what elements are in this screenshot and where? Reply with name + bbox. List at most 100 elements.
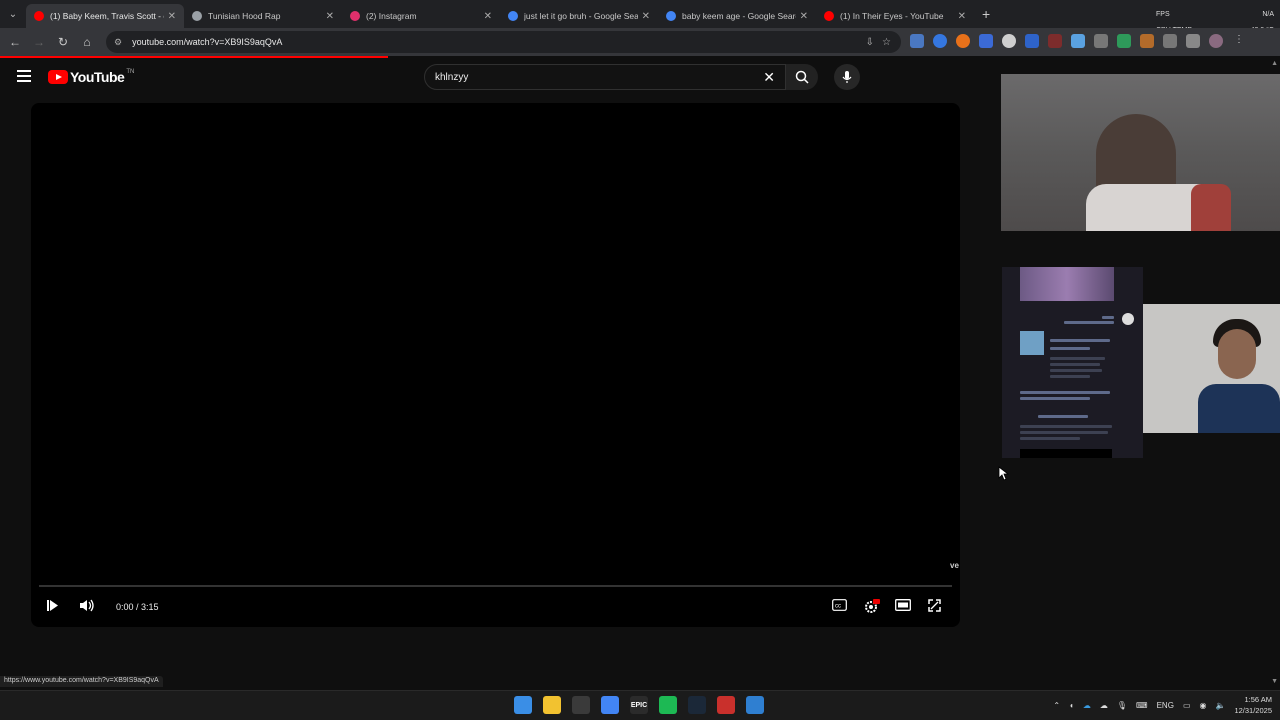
panel-text-line xyxy=(1050,375,1090,378)
scroll-down-arrow-icon[interactable]: ▼ xyxy=(1271,678,1278,685)
panel-text-line xyxy=(1102,316,1114,319)
panel-footer xyxy=(1020,449,1112,458)
svg-text:cc: cc xyxy=(835,604,841,610)
browser-tab[interactable]: baby keem age - Google Search ✕ xyxy=(658,4,816,28)
hamburger-menu-icon[interactable] xyxy=(17,70,31,85)
microphone-tray-icon[interactable]: 🎙 xyxy=(1117,701,1127,710)
search-button[interactable] xyxy=(786,64,818,90)
youtube-header: YouTube TN khlnzyy ✕ xyxy=(0,58,1000,98)
browser-tab[interactable]: just let it go bruh - Google Sea ✕ xyxy=(500,4,658,28)
chrome-menu-icon[interactable]: ⋮ xyxy=(1232,34,1246,48)
badge-extension-icon[interactable] xyxy=(1048,34,1062,48)
panel-text-line xyxy=(1064,321,1114,324)
country-code: TN xyxy=(126,69,135,75)
taskbar-game-app-icon[interactable] xyxy=(717,696,735,714)
browser-tab[interactable]: Tunisian Hood Rap ✕ xyxy=(184,4,342,28)
keyboard-icon[interactable]: ⌨ xyxy=(1136,701,1148,710)
puzzle-extension-icon[interactable] xyxy=(1140,34,1154,48)
forward-arrow-icon[interactable]: → xyxy=(27,35,51,49)
display-icon[interactable]: ▭ xyxy=(1183,701,1191,710)
grid-extension-icon[interactable] xyxy=(1071,34,1085,48)
browser-tab[interactable]: (1) Baby Keem, Travis Scott - ch ✕ xyxy=(26,4,184,28)
fullscreen-button[interactable] xyxy=(928,599,941,615)
extensions-row: ⋮ xyxy=(910,34,1246,48)
volume-icon xyxy=(80,599,94,612)
extensions-menu-icon[interactable] xyxy=(1163,34,1177,48)
screenshot-extension-icon[interactable] xyxy=(1094,34,1108,48)
tab-title: baby keem age - Google Search xyxy=(682,11,796,21)
bell-extension-icon[interactable] xyxy=(1002,34,1016,48)
panel-text-line xyxy=(1050,357,1105,360)
panel-text-line xyxy=(1050,363,1100,366)
webcam-overlay-top xyxy=(1001,74,1280,231)
bookmark-star-icon[interactable]: ☆ xyxy=(882,37,891,48)
taskbar-paint-app-icon[interactable] xyxy=(746,696,764,714)
scroll-up-arrow-icon[interactable]: ▲ xyxy=(1271,60,1278,67)
media-control-icon[interactable] xyxy=(1186,34,1200,48)
tab-close-icon[interactable]: ✕ xyxy=(484,11,492,22)
tab-close-icon[interactable]: ✕ xyxy=(642,11,650,22)
taskbar-chrome-icon[interactable] xyxy=(601,696,619,714)
tab-title: (2) Instagram xyxy=(366,11,417,21)
back-arrow-icon[interactable]: ← xyxy=(3,35,27,49)
video-time: 0:00 / 3:15 xyxy=(116,602,159,612)
tab-favicon-icon xyxy=(350,11,360,21)
video-progress-bar[interactable] xyxy=(39,585,952,587)
youtube-logo[interactable]: YouTube TN xyxy=(48,69,134,85)
tab-close-icon[interactable]: ✕ xyxy=(326,11,334,22)
tab-title: (1) Baby Keem, Travis Scott - ch xyxy=(50,11,164,21)
voice-search-button[interactable] xyxy=(834,64,860,90)
taskbar-windows-start-icon[interactable] xyxy=(514,696,532,714)
settings-button[interactable] xyxy=(864,599,880,617)
site-info-icon[interactable]: ⚙ xyxy=(114,37,122,48)
captions-button[interactable]: cc xyxy=(832,599,847,614)
onedrive-cloud-icon[interactable]: ☁ xyxy=(1083,701,1091,710)
reload-icon[interactable]: ↻ xyxy=(51,35,75,49)
search-input[interactable]: khlnzyy ✕ xyxy=(424,64,786,90)
system-clock[interactable]: 1:56 AM 12/31/2025 xyxy=(1234,694,1272,716)
taskbar-microsoft-store-icon[interactable] xyxy=(572,696,590,714)
volume-button[interactable] xyxy=(79,599,95,615)
install-app-icon[interactable]: ⇩ xyxy=(866,37,874,48)
cloud-sync-icon[interactable]: ☁ xyxy=(1100,701,1108,710)
youtube-play-logo-icon xyxy=(48,70,68,84)
panel-avatar xyxy=(1020,331,1044,355)
network-icon[interactable]: ◉ xyxy=(1200,701,1207,710)
profile-avatar-icon[interactable] xyxy=(1209,34,1223,48)
orange-extension-icon[interactable] xyxy=(956,34,970,48)
windows-taskbar: EPIC ⌃ ◖ ☁ ☁ 🎙 ⌨ ENG ▭ ◉ 🔈 1:56 AM 12/31… xyxy=(0,690,1280,720)
browser-tab[interactable]: (1) In Their Eyes - YouTube ✕ xyxy=(816,4,974,28)
new-tab-button[interactable]: + xyxy=(982,6,990,22)
youtube-wordmark: YouTube xyxy=(70,69,125,85)
clock-date: 12/31/2025 xyxy=(1234,706,1272,715)
address-bar[interactable]: ⚙ youtube.com/watch?v=XB9IS9aqQvA ⇩ ☆ xyxy=(106,31,901,53)
clear-search-icon[interactable]: ✕ xyxy=(763,69,775,86)
system-tray: ⌃ ◖ ☁ ☁ 🎙 ⌨ ENG ▭ ◉ 🔈 1:56 AM 12/31/2025 xyxy=(1053,694,1272,716)
translate-extension-icon[interactable] xyxy=(910,34,924,48)
taskbar-spotify-icon[interactable] xyxy=(659,696,677,714)
green-extension-icon[interactable] xyxy=(1117,34,1131,48)
tray-overflow-chevron-icon[interactable]: ⌃ xyxy=(1053,701,1060,710)
theater-mode-button[interactable] xyxy=(895,599,911,614)
play-button[interactable] xyxy=(47,599,59,615)
panel-text-line xyxy=(1020,425,1112,428)
taskbar-steam-icon[interactable] xyxy=(688,696,706,714)
taskbar-file-explorer-icon[interactable] xyxy=(543,696,561,714)
taskbar-epic-games-icon[interactable]: EPIC xyxy=(630,696,648,714)
shield-extension-icon[interactable] xyxy=(1025,34,1039,48)
tray-audio-icon[interactable]: ◖ xyxy=(1069,701,1074,710)
tab-search-chevron-icon[interactable]: ⌄ xyxy=(0,0,26,28)
tab-title: just let it go bruh - Google Sea xyxy=(524,11,638,21)
panel-text-line xyxy=(1020,437,1080,440)
clock-time: 1:56 AM xyxy=(1244,695,1272,704)
volume-tray-icon[interactable]: 🔈 xyxy=(1215,701,1225,710)
bookmark-extension-icon[interactable] xyxy=(979,34,993,48)
blue-extension-icon[interactable] xyxy=(933,34,947,48)
tab-close-icon[interactable]: ✕ xyxy=(958,11,966,22)
tab-close-icon[interactable]: ✕ xyxy=(800,11,808,22)
home-icon[interactable]: ⌂ xyxy=(75,35,99,49)
video-player[interactable]: ve 0:00 / 3:15 cc xyxy=(31,103,960,627)
browser-tab[interactable]: (2) Instagram ✕ xyxy=(342,4,500,28)
tab-close-icon[interactable]: ✕ xyxy=(168,11,176,22)
language-indicator[interactable]: ENG xyxy=(1157,701,1174,710)
